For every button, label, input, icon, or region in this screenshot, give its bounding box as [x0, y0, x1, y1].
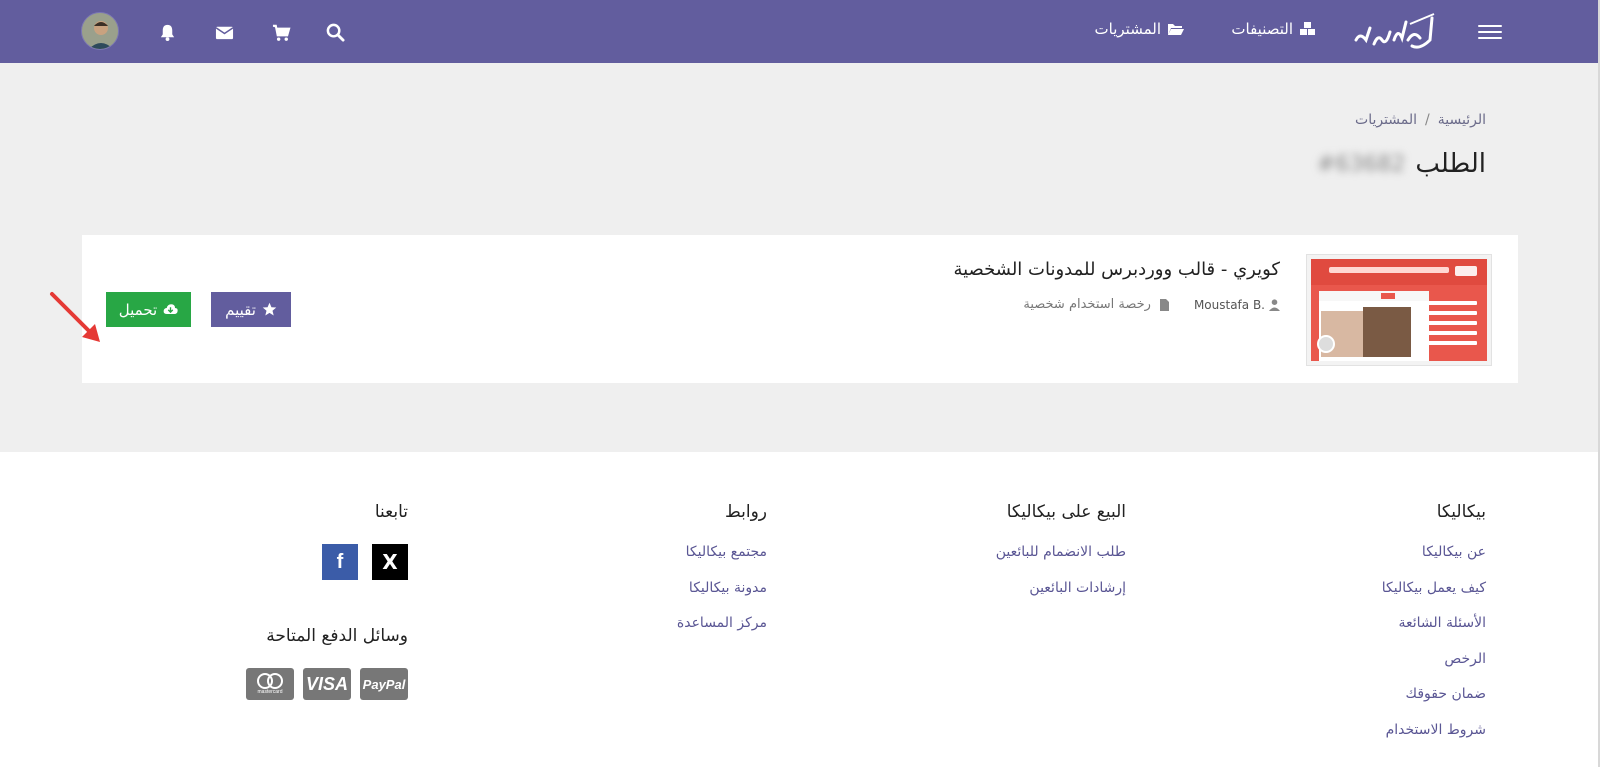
file-icon — [1159, 298, 1169, 311]
site-logo[interactable] — [1350, 10, 1435, 54]
site-footer: بيكاليكا عن بيكاليكا كيف يعمل بيكاليكا ا… — [0, 452, 1600, 767]
breadcrumb: الرئيسية / المشتريات — [1355, 112, 1486, 128]
red-arrow-annotation — [50, 292, 100, 342]
nav-categories[interactable]: التصنيفات — [1231, 20, 1317, 38]
footer-link[interactable]: مجتمع بيكاليكا — [677, 544, 767, 580]
footer-link[interactable]: الرخص — [1382, 651, 1486, 687]
breadcrumb-home[interactable]: الرئيسية — [1438, 112, 1486, 128]
cubes-icon — [1300, 22, 1315, 35]
footer-link[interactable]: عن بيكاليكا — [1382, 544, 1486, 580]
cloud-download-icon — [163, 304, 178, 314]
rate-button-label: تقييم — [225, 300, 256, 319]
license-type: رخصة استخدام شخصية — [1023, 297, 1151, 312]
footer-link[interactable]: مدونة بيكاليكا — [677, 580, 767, 616]
product-thumbnail[interactable] — [1306, 254, 1492, 366]
footer-link[interactable]: إرشادات البائعين — [996, 580, 1126, 616]
order-item-card: كويري - قالب ووردبرس للمدونات الشخصية Mo… — [82, 235, 1518, 383]
author-name: Moustafa B. — [1193, 297, 1265, 312]
breadcrumb-separator: / — [1425, 112, 1430, 128]
order-number: #63682 — [1316, 151, 1406, 177]
bell-icon[interactable] — [156, 21, 178, 43]
visa-icon: VISA — [303, 668, 351, 700]
footer-column-links: روابط مجتمع بيكاليكا مدونة بيكاليكا مركز… — [677, 502, 767, 651]
search-icon[interactable] — [324, 21, 346, 43]
download-button[interactable]: تحميل — [106, 292, 191, 327]
breadcrumb-current[interactable]: المشتريات — [1355, 112, 1417, 128]
footer-column-sell: البيع على بيكاليكا طلب الانضمام للبائعين… — [996, 502, 1126, 615]
top-navbar: التصنيفات المشتريات — [0, 0, 1600, 63]
footer-link[interactable]: مركز المساعدة — [677, 615, 767, 651]
footer-link[interactable]: الأسئلة الشائعة — [1382, 615, 1487, 651]
product-meta: Moustafa B. رخصة استخدام شخصية — [1023, 297, 1280, 312]
paypal-icon: PayPal — [360, 668, 408, 700]
footer-heading: البيع على بيكاليكا — [1006, 502, 1126, 522]
footer-column-about: بيكاليكا عن بيكاليكا كيف يعمل بيكاليكا ا… — [1382, 502, 1486, 757]
footer-heading: روابط — [724, 502, 767, 522]
footer-link[interactable]: كيف يعمل بيكاليكا — [1382, 580, 1486, 616]
footer-heading: تابعنا — [374, 502, 408, 522]
user-avatar[interactable] — [81, 12, 119, 50]
download-button-label: تحميل — [118, 300, 158, 319]
product-title[interactable]: كويري - قالب ووردبرس للمدونات الشخصية — [953, 259, 1280, 280]
payments-heading: وسائل الدفع المتاحة — [266, 626, 408, 646]
x-twitter-icon[interactable]: X — [372, 544, 408, 580]
mastercard-label: mastercard — [257, 689, 283, 695]
social-links: X f — [246, 544, 408, 580]
footer-link[interactable]: ضمان حقوقك — [1382, 686, 1486, 722]
star-icon — [262, 302, 277, 316]
main-content: الرئيسية / المشتريات الطلب #63682 كويري … — [0, 63, 1600, 452]
rate-button[interactable]: تقييم — [211, 292, 291, 327]
footer-link[interactable]: شروط الاستخدام — [1382, 722, 1486, 758]
user-icon — [1269, 298, 1280, 311]
footer-column-follow: تابعنا X f وسائل الدفع المتاحة PayPal VI… — [246, 502, 408, 700]
footer-link[interactable]: طلب الانضمام للبائعين — [996, 544, 1126, 580]
page-title: الطلب #63682 — [1317, 149, 1486, 179]
payment-methods: PayPal VISA mastercard — [246, 668, 408, 700]
cart-icon[interactable] — [270, 21, 292, 43]
facebook-icon[interactable]: f — [322, 544, 358, 580]
hamburger-icon[interactable] — [1478, 21, 1502, 41]
mastercard-icon: mastercard — [246, 668, 294, 700]
folder-open-icon — [1168, 24, 1184, 35]
product-author[interactable]: Moustafa B. — [1194, 298, 1280, 312]
page-title-label: الطلب — [1415, 149, 1486, 179]
nav-purchases-label: المشتريات — [1094, 20, 1161, 38]
footer-heading: بيكاليكا — [1436, 502, 1486, 522]
nav-categories-label: التصنيفات — [1231, 20, 1293, 38]
nav-purchases[interactable]: المشتريات — [1095, 20, 1185, 38]
envelope-icon[interactable] — [213, 21, 235, 43]
